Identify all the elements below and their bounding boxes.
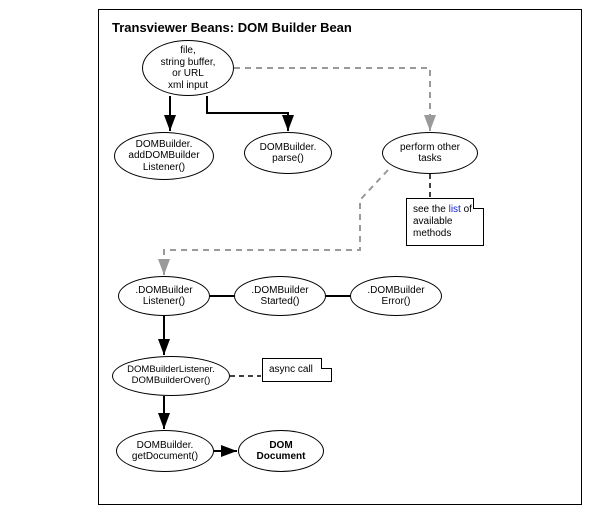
note-methods-pre: see the bbox=[413, 204, 449, 215]
node-started: .DOMBuilderStarted() bbox=[234, 276, 326, 316]
node-listener-over: DOMBuilderListener.DOMBuilderOver() bbox=[112, 356, 230, 396]
node-dom-document: DOMDocument bbox=[238, 430, 324, 472]
node-add-listener: DOMBuilder.addDOMBuilderListener() bbox=[114, 132, 214, 180]
node-error: .DOMBuilderError() bbox=[350, 276, 442, 316]
node-started-label: .DOMBuilderStarted() bbox=[247, 283, 312, 310]
node-other-tasks-label: perform othertasks bbox=[396, 140, 464, 167]
diagram-canvas: Transviewer Beans: DOM Builder Bean file… bbox=[0, 0, 600, 518]
node-get-document-label: DOMBuilder.getDocument() bbox=[128, 438, 202, 465]
note-async-label: async call bbox=[269, 364, 313, 375]
node-get-document: DOMBuilder.getDocument() bbox=[116, 430, 214, 472]
node-parse-label: DOMBuilder.parse() bbox=[256, 140, 321, 167]
node-listener: .DOMBuilderListener() bbox=[118, 276, 210, 316]
node-add-listener-label: DOMBuilder.addDOMBuilderListener() bbox=[124, 137, 203, 176]
node-dom-document-label: DOMDocument bbox=[253, 438, 310, 465]
note-methods-link[interactable]: list bbox=[449, 204, 461, 215]
node-other-tasks: perform othertasks bbox=[382, 132, 478, 174]
node-parse: DOMBuilder.parse() bbox=[244, 132, 332, 174]
node-listener-over-label: DOMBuilderListener.DOMBuilderOver() bbox=[123, 363, 219, 389]
diagram-title: Transviewer Beans: DOM Builder Bean bbox=[112, 20, 352, 35]
node-input: file,string buffer,or URLxml input bbox=[142, 40, 234, 96]
note-async: async call bbox=[262, 358, 332, 382]
note-methods: see the list ofavailablemethods bbox=[406, 198, 484, 246]
node-error-label: .DOMBuilderError() bbox=[363, 283, 428, 310]
node-input-label: file,string buffer,or URLxml input bbox=[157, 43, 220, 93]
node-listener-label: .DOMBuilderListener() bbox=[131, 283, 196, 310]
